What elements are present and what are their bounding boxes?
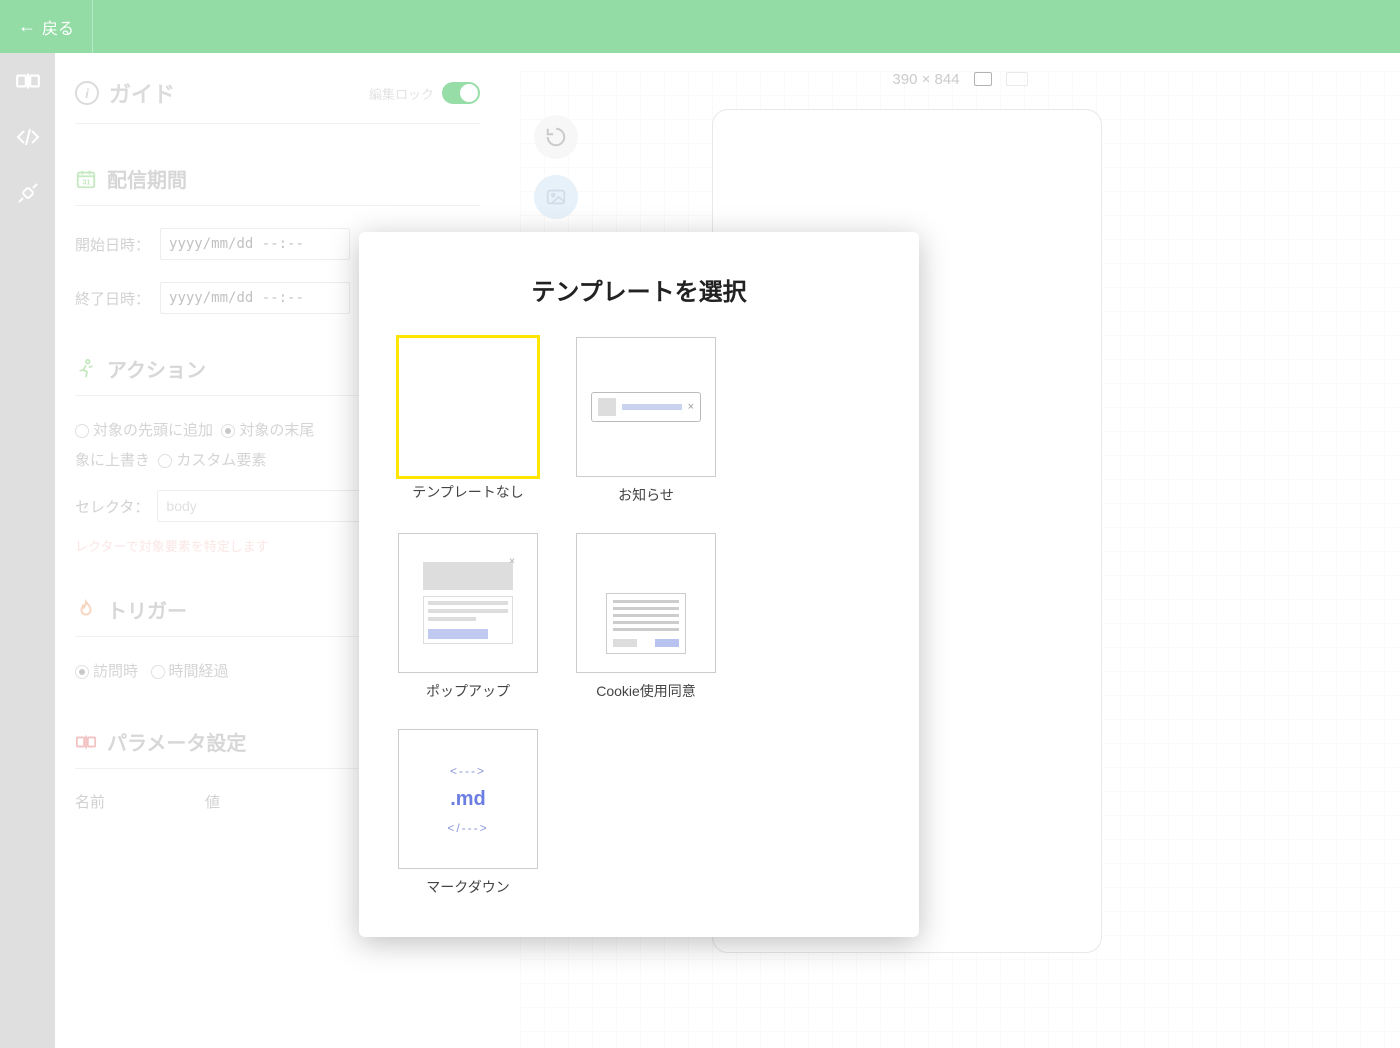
template-none[interactable]: テンプレートなし [393, 337, 543, 505]
modal-title: テンプレートを選択 [393, 272, 885, 307]
template-notice[interactable]: × お知らせ [571, 337, 721, 505]
template-popup[interactable]: × ポップアップ [393, 533, 543, 701]
template-modal: テンプレートを選択 テンプレートなし × お知らせ × [359, 232, 919, 937]
template-cookie[interactable]: Cookie使用同意 [571, 533, 721, 701]
template-markdown[interactable]: <---> .md </---> マークダウン [393, 729, 543, 897]
